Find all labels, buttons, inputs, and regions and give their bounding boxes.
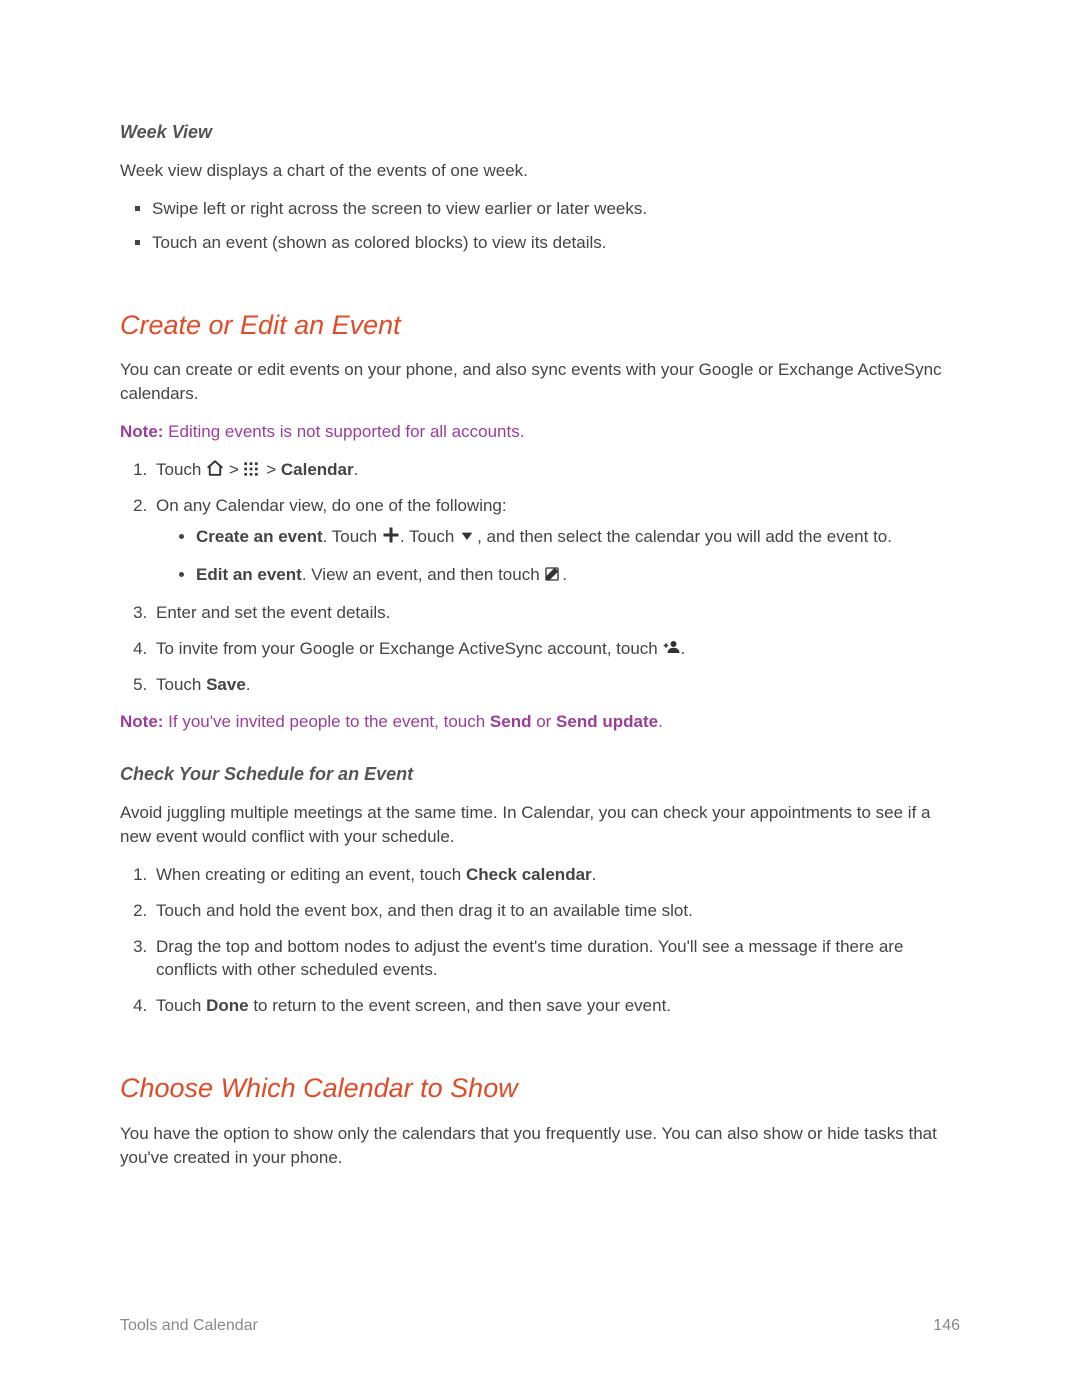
step-text: .: [592, 865, 597, 884]
create-edit-steps: Touch > > Calendar. On any Calendar view…: [120, 458, 960, 697]
step-text: On any Calendar view, do one of the foll…: [156, 496, 507, 515]
heading-week-view: Week View: [120, 120, 960, 145]
list-item: Create an event. Touch . Touch , and the…: [196, 525, 960, 549]
home-icon: [206, 459, 224, 477]
list-item: When creating or editing an event, touch…: [152, 863, 960, 887]
page-footer: Tools and Calendar 146: [120, 1315, 960, 1337]
step-bold: Create an event: [196, 527, 323, 546]
plus-icon: [382, 526, 400, 544]
note-label: Note:: [120, 422, 163, 441]
step-text: .: [681, 639, 686, 658]
edit-icon: [544, 565, 562, 583]
note-text: .: [658, 712, 663, 731]
list-item: Touch Done to return to the event screen…: [152, 994, 960, 1018]
list-item: Swipe left or right across the screen to…: [152, 197, 960, 221]
page: Week View Week view displays a chart of …: [0, 0, 1080, 1397]
note-label: Note:: [120, 712, 163, 731]
sub-bullets: Create an event. Touch . Touch , and the…: [156, 525, 960, 587]
apps-grid-icon: [243, 460, 261, 478]
step-text: . Touch: [323, 527, 382, 546]
list-item: To invite from your Google or Exchange A…: [152, 637, 960, 661]
list-item: Touch > > Calendar.: [152, 458, 960, 482]
note-editing-accounts: Note: Editing events is not supported fo…: [120, 420, 960, 444]
step-text: Touch: [156, 675, 206, 694]
dropdown-triangle-icon: [459, 527, 477, 545]
list-item: Touch Save.: [152, 673, 960, 697]
step-text: To invite from your Google or Exchange A…: [156, 639, 663, 658]
list-item: Touch an event (shown as colored blocks)…: [152, 231, 960, 255]
week-view-intro: Week view displays a chart of the events…: [120, 159, 960, 183]
create-edit-intro: You can create or edit events on your ph…: [120, 358, 960, 406]
check-schedule-steps: When creating or editing an event, touch…: [120, 863, 960, 1018]
note-bold: Send update: [556, 712, 658, 731]
note-send-update: Note: If you've invited people to the ev…: [120, 710, 960, 734]
footer-section: Tools and Calendar: [120, 1315, 258, 1337]
step-bold: Edit an event: [196, 565, 302, 584]
step-bold: Done: [206, 996, 249, 1015]
step-text: >: [266, 460, 281, 479]
step-bold: Calendar: [281, 460, 354, 479]
check-schedule-intro: Avoid juggling multiple meetings at the …: [120, 801, 960, 849]
heading-choose-calendar: Choose Which Calendar to Show: [120, 1070, 960, 1108]
step-text: Touch: [156, 460, 206, 479]
week-view-bullets: Swipe left or right across the screen to…: [120, 197, 960, 255]
list-item: On any Calendar view, do one of the foll…: [152, 494, 960, 587]
step-text: .: [354, 460, 359, 479]
step-text: . View an event, and then touch: [302, 565, 545, 584]
step-text: .: [246, 675, 251, 694]
add-person-icon: [663, 638, 681, 656]
step-text: , and then select the calendar you will …: [477, 527, 892, 546]
step-bold: Check calendar: [466, 865, 592, 884]
note-text: Editing events is not supported for all …: [163, 422, 524, 441]
list-item: Drag the top and bottom nodes to adjust …: [152, 935, 960, 983]
heading-create-edit-event: Create or Edit an Event: [120, 307, 960, 345]
step-text: . Touch: [400, 527, 459, 546]
step-text: Touch: [156, 996, 206, 1015]
note-bold: Send: [490, 712, 532, 731]
step-text: .: [562, 565, 567, 584]
list-item: Touch and hold the event box, and then d…: [152, 899, 960, 923]
step-bold: Save: [206, 675, 246, 694]
list-item: Enter and set the event details.: [152, 601, 960, 625]
step-text: >: [229, 460, 244, 479]
note-text: If you've invited people to the event, t…: [163, 712, 489, 731]
choose-calendar-intro: You have the option to show only the cal…: [120, 1122, 960, 1170]
heading-check-schedule: Check Your Schedule for an Event: [120, 762, 960, 787]
step-text: to return to the event screen, and then …: [249, 996, 671, 1015]
page-number: 146: [933, 1315, 960, 1337]
list-item: Edit an event. View an event, and then t…: [196, 563, 960, 587]
note-text: or: [531, 712, 556, 731]
step-text: When creating or editing an event, touch: [156, 865, 466, 884]
